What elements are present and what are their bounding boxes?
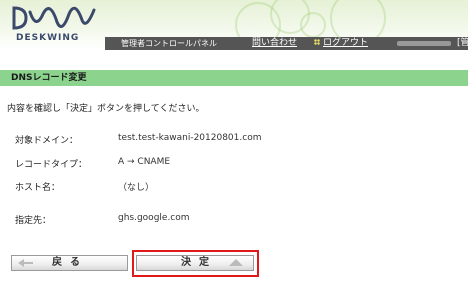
logout-link[interactable]: ログアウト [314, 37, 368, 50]
deskwing-logo[interactable]: DESKWING [10, 4, 100, 46]
host-value: （なし） [118, 183, 155, 193]
confirm-highlight-box [132, 250, 259, 277]
record-type-label: レコードタイプ： [15, 160, 88, 170]
domain-value: test.test-kawani-20120801.com [118, 133, 262, 143]
navbar: 管理者コントロールパネル 問い合わせ ログアウト [管 [105, 37, 468, 50]
target-value: ghs.google.com [118, 213, 190, 223]
header: DESKWING 管理者コントロールパネル 問い合わせ ログアウト [管 [0, 0, 468, 50]
nav-title: 管理者コントロールパネル [121, 39, 217, 48]
instruction-text: 内容を確認し「決定」ボタンを押してください。 [7, 104, 205, 114]
nav-cut-text[interactable]: [管 [457, 37, 468, 50]
section-header: DNSレコード変更 [0, 70, 468, 86]
record-type-value: A → CNAME [118, 157, 171, 167]
section-title: DNSレコード変更 [11, 73, 87, 83]
wave-logo-icon [12, 6, 96, 30]
logout-label: ログアウト [323, 38, 369, 48]
host-label: ホスト名： [15, 183, 61, 193]
logo-text: DESKWING [16, 33, 80, 43]
dots-icon [314, 39, 320, 45]
blurred-user-info [397, 41, 451, 46]
contact-link[interactable]: 問い合わせ [252, 37, 297, 50]
target-label: 指定先： [15, 216, 52, 226]
back-button[interactable]: 戻る [11, 255, 128, 271]
decorative-circle [300, 12, 326, 38]
arrow-left-icon-bar [24, 262, 33, 264]
back-button-label: 戻る [52, 257, 88, 268]
domain-label: 対象ドメイン： [15, 136, 79, 146]
